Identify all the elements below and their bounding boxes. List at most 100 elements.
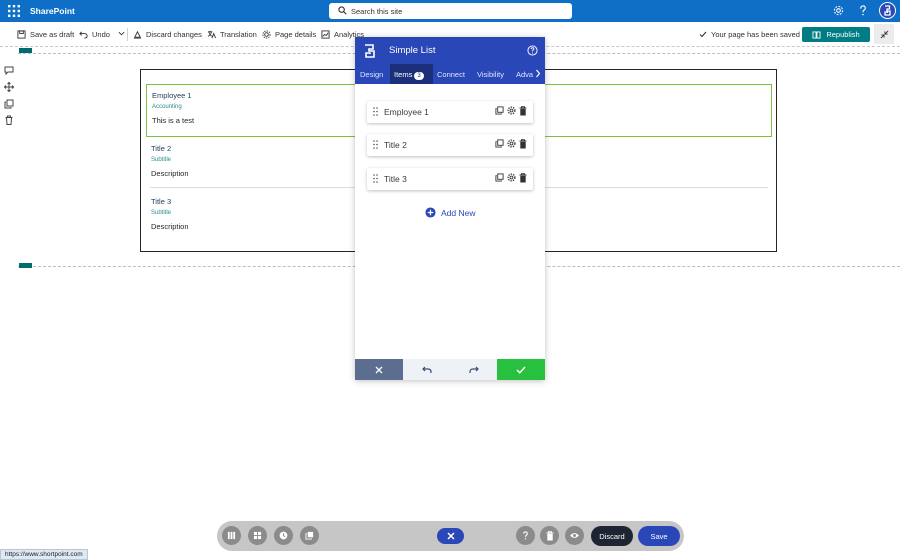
- undo-label: Undo: [92, 30, 110, 39]
- trash-icon: [546, 530, 554, 541]
- page-details-label: Page details: [275, 30, 317, 39]
- help-icon[interactable]: [527, 45, 538, 56]
- trash-icon[interactable]: [4, 115, 14, 125]
- check-icon: [516, 365, 526, 374]
- comment-icon[interactable]: [4, 66, 14, 76]
- search-icon: [338, 6, 347, 15]
- grip-icon[interactable]: [373, 174, 378, 183]
- tab-advanced[interactable]: Adva: [516, 70, 533, 79]
- discard-button[interactable]: Discard: [591, 526, 633, 546]
- avatar[interactable]: [879, 2, 896, 19]
- panel-list-item-label: Title 2: [384, 140, 407, 150]
- divider: [127, 28, 128, 41]
- collapse-button[interactable]: [874, 24, 894, 44]
- page-details-icon: [262, 30, 271, 39]
- bottom-toolbar: Discard Save: [217, 521, 684, 551]
- tab-items-count: 3: [414, 72, 424, 80]
- page-details-button[interactable]: Page details: [262, 30, 316, 39]
- trash-icon[interactable]: [519, 173, 527, 183]
- tab-design[interactable]: Design: [360, 70, 383, 79]
- eye-icon: [569, 532, 580, 539]
- panel-title: Simple List: [389, 45, 436, 56]
- chevron-down-icon[interactable]: [118, 31, 125, 36]
- discard-changes-button[interactable]: Discard changes: [133, 30, 202, 39]
- panel-list-item[interactable]: Title 3: [367, 168, 533, 190]
- duplicate-icon[interactable]: [495, 106, 504, 116]
- add-new-label: Add New: [441, 207, 476, 218]
- book-icon: [812, 30, 821, 39]
- help-icon: [522, 531, 529, 540]
- trash-icon[interactable]: [519, 139, 527, 149]
- columns-icon: [227, 531, 236, 540]
- gear-icon[interactable]: [507, 139, 516, 149]
- section-tab-bottom[interactable]: [19, 263, 32, 268]
- confirm-button[interactable]: [497, 359, 545, 380]
- columns-button[interactable]: [222, 526, 241, 545]
- grid-icon: [253, 531, 262, 540]
- republish-button[interactable]: Republish: [802, 27, 870, 42]
- check-icon: [699, 31, 707, 38]
- republish-label: Republish: [826, 30, 860, 39]
- gear-icon[interactable]: [507, 106, 516, 116]
- history-button[interactable]: [274, 526, 293, 545]
- element-settings-panel: Simple List Design Items 3 Connect Visibi…: [355, 37, 545, 380]
- trash-icon[interactable]: [519, 106, 527, 116]
- translation-button[interactable]: Translation: [207, 30, 257, 39]
- undo-button[interactable]: Undo: [79, 30, 110, 39]
- save-draft-label: Save as draft: [30, 30, 75, 39]
- add-new-button[interactable]: Add New: [425, 207, 476, 218]
- plus-circle-icon: [425, 207, 436, 218]
- redo-button[interactable]: [450, 359, 497, 380]
- search-placeholder: Search this site: [351, 7, 403, 16]
- close-icon: [375, 366, 383, 374]
- search-box[interactable]: Search this site: [329, 3, 572, 19]
- save-draft-button[interactable]: Save as draft: [17, 30, 74, 39]
- collapse-icon: [874, 24, 894, 44]
- grid-button[interactable]: [248, 526, 267, 545]
- help-button[interactable]: [516, 526, 535, 545]
- save-icon: [17, 30, 26, 39]
- undo-icon: [79, 30, 88, 39]
- waffle-icon[interactable]: [8, 5, 20, 17]
- suite-bar: SharePoint Search this site: [0, 0, 900, 22]
- gear-icon[interactable]: [833, 5, 844, 16]
- close-editor-button[interactable]: [437, 528, 464, 544]
- status-url: https://www.shortpoint.com: [0, 549, 88, 560]
- analytics-icon: [321, 30, 330, 39]
- panel-footer: [355, 359, 545, 380]
- section-tab-top[interactable]: [19, 48, 32, 53]
- gear-icon[interactable]: [507, 173, 516, 183]
- translation-label: Translation: [220, 30, 257, 39]
- tab-visibility[interactable]: Visibility: [477, 70, 504, 79]
- panel-list-item-label: Employee 1: [384, 107, 429, 117]
- tab-connect[interactable]: Connect: [437, 70, 465, 79]
- tab-items[interactable]: Items 3: [394, 70, 424, 80]
- chevron-right-icon[interactable]: [535, 69, 541, 78]
- preview-button[interactable]: [565, 526, 584, 545]
- clock-icon: [279, 531, 288, 540]
- tab-items-label: Items: [394, 70, 413, 79]
- duplicate-icon[interactable]: [495, 139, 504, 149]
- cancel-button[interactable]: [355, 359, 403, 380]
- discard-icon: [133, 30, 142, 39]
- duplicate-icon[interactable]: [4, 99, 14, 109]
- panel-list-item[interactable]: Title 2: [367, 134, 533, 156]
- move-icon[interactable]: [4, 82, 14, 92]
- undo-button[interactable]: [403, 359, 450, 380]
- shortpoint-logo-icon: [363, 44, 376, 58]
- help-icon[interactable]: [858, 5, 868, 16]
- undo-icon: [421, 366, 432, 374]
- copy-button[interactable]: [300, 526, 319, 545]
- delete-button[interactable]: [540, 526, 559, 545]
- discard-changes-label: Discard changes: [146, 30, 202, 39]
- duplicate-icon: [305, 531, 314, 540]
- duplicate-icon[interactable]: [495, 173, 504, 183]
- grip-icon[interactable]: [373, 107, 378, 116]
- redo-icon: [468, 366, 479, 374]
- grip-icon[interactable]: [373, 140, 378, 149]
- save-status-label: Your page has been saved: [711, 30, 800, 39]
- panel-list-item[interactable]: Employee 1: [367, 101, 533, 123]
- save-button[interactable]: Save: [638, 526, 680, 546]
- save-status: Your page has been saved: [699, 30, 800, 39]
- app-brand[interactable]: SharePoint: [30, 6, 75, 16]
